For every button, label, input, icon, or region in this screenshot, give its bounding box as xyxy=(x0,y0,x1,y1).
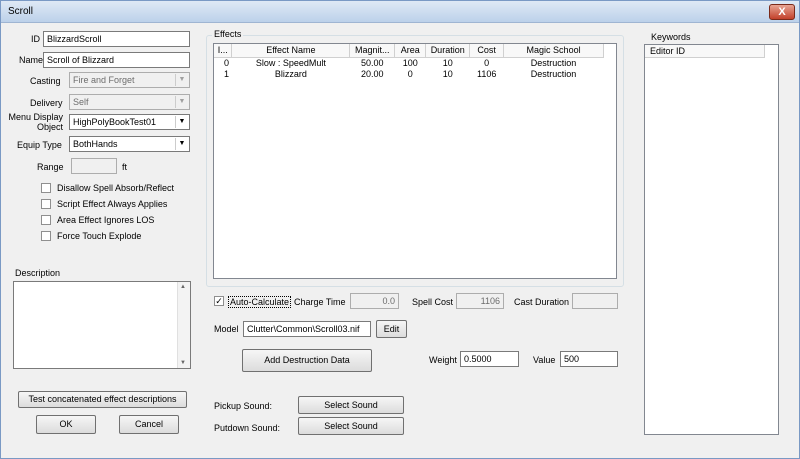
id-label: ID xyxy=(31,34,40,44)
keywords-label: Keywords xyxy=(651,32,691,42)
cell-magnitude: 50.00 xyxy=(361,57,384,68)
range-label: Range xyxy=(37,162,64,172)
effects-table: I... Effect Name Magnit... Area Duration… xyxy=(214,44,604,80)
auto-calculate-checkbox[interactable]: ✓ xyxy=(214,296,224,306)
table-row[interactable]: 0 Slow : SpeedMult 50.00 100 10 0 Destru… xyxy=(214,57,604,69)
disallow-absorb-checkbox[interactable] xyxy=(41,183,51,193)
range-unit: ft xyxy=(122,162,128,172)
col-magnitude[interactable]: Magnit... xyxy=(349,44,396,58)
cast-duration-field[interactable] xyxy=(572,293,618,309)
edit-model-button[interactable]: Edit xyxy=(376,320,407,338)
delivery-value: Self xyxy=(73,97,89,107)
title-bar[interactable]: Scroll X xyxy=(1,1,799,23)
delivery-label: Delivery xyxy=(30,98,63,108)
test-descriptions-button[interactable]: Test concatenated effect descriptions xyxy=(18,391,187,408)
effects-list[interactable]: I... Effect Name Magnit... Area Duration… xyxy=(213,43,617,279)
col-cost[interactable]: Cost xyxy=(469,44,505,58)
effects-header-row: I... Effect Name Magnit... Area Duration… xyxy=(214,44,604,58)
id-field[interactable]: BlizzardScroll xyxy=(43,31,190,47)
value-label: Value xyxy=(533,355,556,365)
col-effect-name[interactable]: Effect Name xyxy=(231,44,351,58)
spell-cost-label: Spell Cost xyxy=(412,297,454,307)
menu-display-label-line2: Object xyxy=(36,122,63,132)
cell-area: 0 xyxy=(407,68,413,79)
menu-display-value: HighPolyBookTest01 xyxy=(73,117,157,127)
chevron-down-icon: ▼ xyxy=(175,74,188,86)
pickup-sound-label: Pickup Sound: xyxy=(214,401,273,411)
force-touch-checkbox[interactable] xyxy=(41,231,51,241)
charge-time-field[interactable]: 0.0 xyxy=(350,293,399,309)
equip-type-value: BothHands xyxy=(73,139,118,149)
add-destruction-data-button[interactable]: Add Destruction Data xyxy=(242,349,372,372)
putdown-sound-button[interactable]: Select Sound xyxy=(298,417,404,435)
table-row[interactable]: 1 Blizzard 20.00 0 10 1106 Destruction xyxy=(214,69,604,80)
keywords-list[interactable]: Editor ID xyxy=(644,44,779,435)
model-label: Model xyxy=(214,324,239,334)
cell-duration: 10 xyxy=(442,57,453,68)
keywords-col-editor-id[interactable]: Editor ID xyxy=(645,45,765,58)
col-duration[interactable]: Duration xyxy=(425,44,471,58)
area-effect-los-checkbox[interactable] xyxy=(41,215,51,225)
scroll-up-icon[interactable]: ▲ xyxy=(180,284,186,290)
effects-group-title: Effects xyxy=(212,29,244,39)
cell-effect-name: Slow : SpeedMult xyxy=(255,57,326,68)
description-textarea[interactable]: ▲ ▼ xyxy=(13,281,191,369)
ok-button[interactable]: OK xyxy=(36,415,96,434)
equip-type-select[interactable]: BothHands ▼ xyxy=(69,136,190,152)
cast-duration-label: Cast Duration xyxy=(514,297,570,307)
force-touch-label: Force Touch Explode xyxy=(57,231,142,241)
script-effect-label: Script Effect Always Applies xyxy=(57,199,168,209)
cell-cost: 0 xyxy=(484,57,490,68)
value-field[interactable]: 500 xyxy=(560,351,618,367)
description-label: Description xyxy=(15,268,61,278)
cell-magic-school: Destruction xyxy=(530,68,577,79)
auto-calculate-label: Auto-Calculate xyxy=(228,296,292,308)
cell-index: 1 xyxy=(224,68,230,79)
cell-index: 0 xyxy=(224,57,230,68)
name-field[interactable]: Scroll of Blizzard xyxy=(43,52,190,68)
chevron-down-icon: ▼ xyxy=(175,116,188,128)
description-scrollbar[interactable]: ▲ ▼ xyxy=(177,282,190,368)
cell-duration: 10 xyxy=(442,68,453,79)
cancel-button[interactable]: Cancel xyxy=(119,415,179,434)
window-title: Scroll xyxy=(8,6,34,17)
close-button[interactable]: X xyxy=(769,4,795,20)
cell-effect-name: Blizzard xyxy=(274,68,307,79)
pickup-sound-button[interactable]: Select Sound xyxy=(298,396,404,414)
cell-magnitude: 20.00 xyxy=(361,68,384,79)
casting-value: Fire and Forget xyxy=(73,75,135,85)
scroll-dialog: Scroll X ID BlizzardScroll Name Scroll o… xyxy=(0,0,800,459)
casting-label: Casting xyxy=(30,76,61,86)
weight-field[interactable]: 0.5000 xyxy=(460,351,519,367)
weight-label: Weight xyxy=(429,355,457,365)
cell-magic-school: Destruction xyxy=(530,57,577,68)
col-area[interactable]: Area xyxy=(394,44,427,58)
casting-select[interactable]: Fire and Forget ▼ xyxy=(69,72,190,88)
cell-cost: 1106 xyxy=(476,68,497,79)
col-index[interactable]: I... xyxy=(214,44,233,58)
menu-display-label-line1: Menu Display xyxy=(8,112,63,122)
chevron-down-icon: ▼ xyxy=(175,138,188,150)
col-magic-school[interactable]: Magic School xyxy=(503,44,604,58)
name-label: Name xyxy=(19,55,44,65)
model-field[interactable]: Clutter\Common\Scroll03.nif xyxy=(243,321,371,337)
charge-time-label: Charge Time xyxy=(294,297,346,307)
scroll-down-icon[interactable]: ▼ xyxy=(180,360,186,366)
menu-display-select[interactable]: HighPolyBookTest01 ▼ xyxy=(69,114,190,130)
script-effect-checkbox[interactable] xyxy=(41,199,51,209)
cell-area: 100 xyxy=(402,57,418,68)
equip-type-label: Equip Type xyxy=(17,140,62,150)
area-effect-los-label: Area Effect Ignores LOS xyxy=(57,215,155,225)
disallow-absorb-label: Disallow Spell Absorb/Reflect xyxy=(57,183,175,193)
chevron-down-icon: ▼ xyxy=(175,96,188,108)
spell-cost-field[interactable]: 1106 xyxy=(456,293,504,309)
range-field[interactable] xyxy=(71,158,117,174)
putdown-sound-label: Putdown Sound: xyxy=(214,423,281,433)
delivery-select[interactable]: Self ▼ xyxy=(69,94,190,110)
